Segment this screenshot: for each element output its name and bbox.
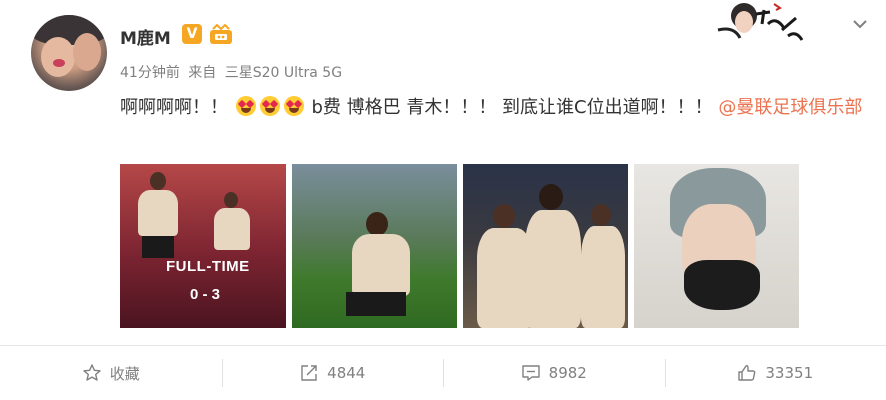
avatar[interactable] bbox=[31, 15, 107, 91]
crown-badge-icon bbox=[208, 23, 234, 46]
face-mask bbox=[684, 260, 760, 310]
full-time-title: FULL-TIME bbox=[166, 258, 250, 275]
like-button[interactable]: 33351 bbox=[664, 346, 886, 400]
comment-count: 8982 bbox=[548, 364, 587, 382]
image-full-time-graphic[interactable]: FULL-TIME 0 - 3 bbox=[120, 164, 286, 328]
player-head bbox=[539, 184, 563, 210]
content-text-2: b费 博格巴 青木！！！ 到底让谁C位出道啊！！！ bbox=[311, 97, 713, 118]
image-player-celebration[interactable] bbox=[292, 164, 457, 328]
favorite-label: 收藏 bbox=[109, 364, 140, 383]
star-struck-emoji-icon bbox=[235, 96, 256, 116]
star-struck-emoji-icon bbox=[283, 96, 304, 116]
player-shirt bbox=[138, 190, 178, 236]
comment-icon bbox=[521, 365, 540, 381]
player-shirt bbox=[352, 234, 410, 296]
source-device[interactable]: 三星S20 Ultra 5G bbox=[225, 65, 342, 81]
player-shirt bbox=[525, 210, 581, 328]
match-score: 0 - 3 bbox=[190, 286, 221, 303]
username[interactable]: M鹿M bbox=[120, 24, 171, 49]
post-time[interactable]: 41分钟前 bbox=[120, 65, 180, 81]
player-head bbox=[493, 204, 515, 228]
image-team-celebration[interactable] bbox=[463, 164, 628, 328]
mention-link[interactable]: @曼联足球俱乐部 bbox=[718, 97, 862, 118]
source-prefix: 来自 bbox=[188, 65, 217, 81]
player-head bbox=[224, 192, 238, 208]
player-shorts bbox=[346, 292, 406, 316]
player-shorts bbox=[142, 236, 174, 258]
thumbs-up-icon bbox=[738, 365, 756, 381]
avatar-face-left bbox=[41, 37, 75, 77]
star-struck-emoji-icon bbox=[259, 96, 280, 116]
player-shirt bbox=[214, 208, 250, 250]
vip-badge-icon: V bbox=[182, 24, 202, 44]
favorite-button[interactable]: 收藏 bbox=[0, 346, 222, 400]
avatar-lips bbox=[53, 59, 65, 67]
player-head bbox=[150, 172, 166, 190]
chevron-down-icon[interactable] bbox=[850, 14, 870, 34]
comment-button[interactable]: 8982 bbox=[443, 346, 665, 400]
like-count: 33351 bbox=[765, 364, 814, 382]
post-meta: 41分钟前 来自 三星S20 Ultra 5G bbox=[120, 62, 346, 82]
post-content: 啊啊啊啊！！ b费 博格巴 青木！！！ 到底让谁C位出道啊！！！ @曼联足球俱乐… bbox=[120, 93, 865, 123]
weibo-post: M鹿M V 41分钟前 来自 三星S20 Ultra 5G 啊啊啊啊！！ b费 … bbox=[0, 0, 886, 400]
player-shirt bbox=[581, 226, 625, 328]
star-icon bbox=[83, 364, 101, 381]
image-selfie-portrait[interactable] bbox=[634, 164, 799, 328]
share-icon bbox=[301, 365, 317, 381]
action-bar: 收藏 4844 8982 33351 bbox=[0, 346, 886, 400]
repost-count: 4844 bbox=[327, 364, 366, 382]
player-head bbox=[366, 212, 388, 236]
avatar-face-right bbox=[73, 33, 101, 71]
player-head bbox=[591, 204, 611, 226]
repost-button[interactable]: 4844 bbox=[221, 346, 444, 400]
decorative-sticker bbox=[704, 0, 808, 48]
content-text-1: 啊啊啊啊！！ bbox=[120, 97, 228, 118]
